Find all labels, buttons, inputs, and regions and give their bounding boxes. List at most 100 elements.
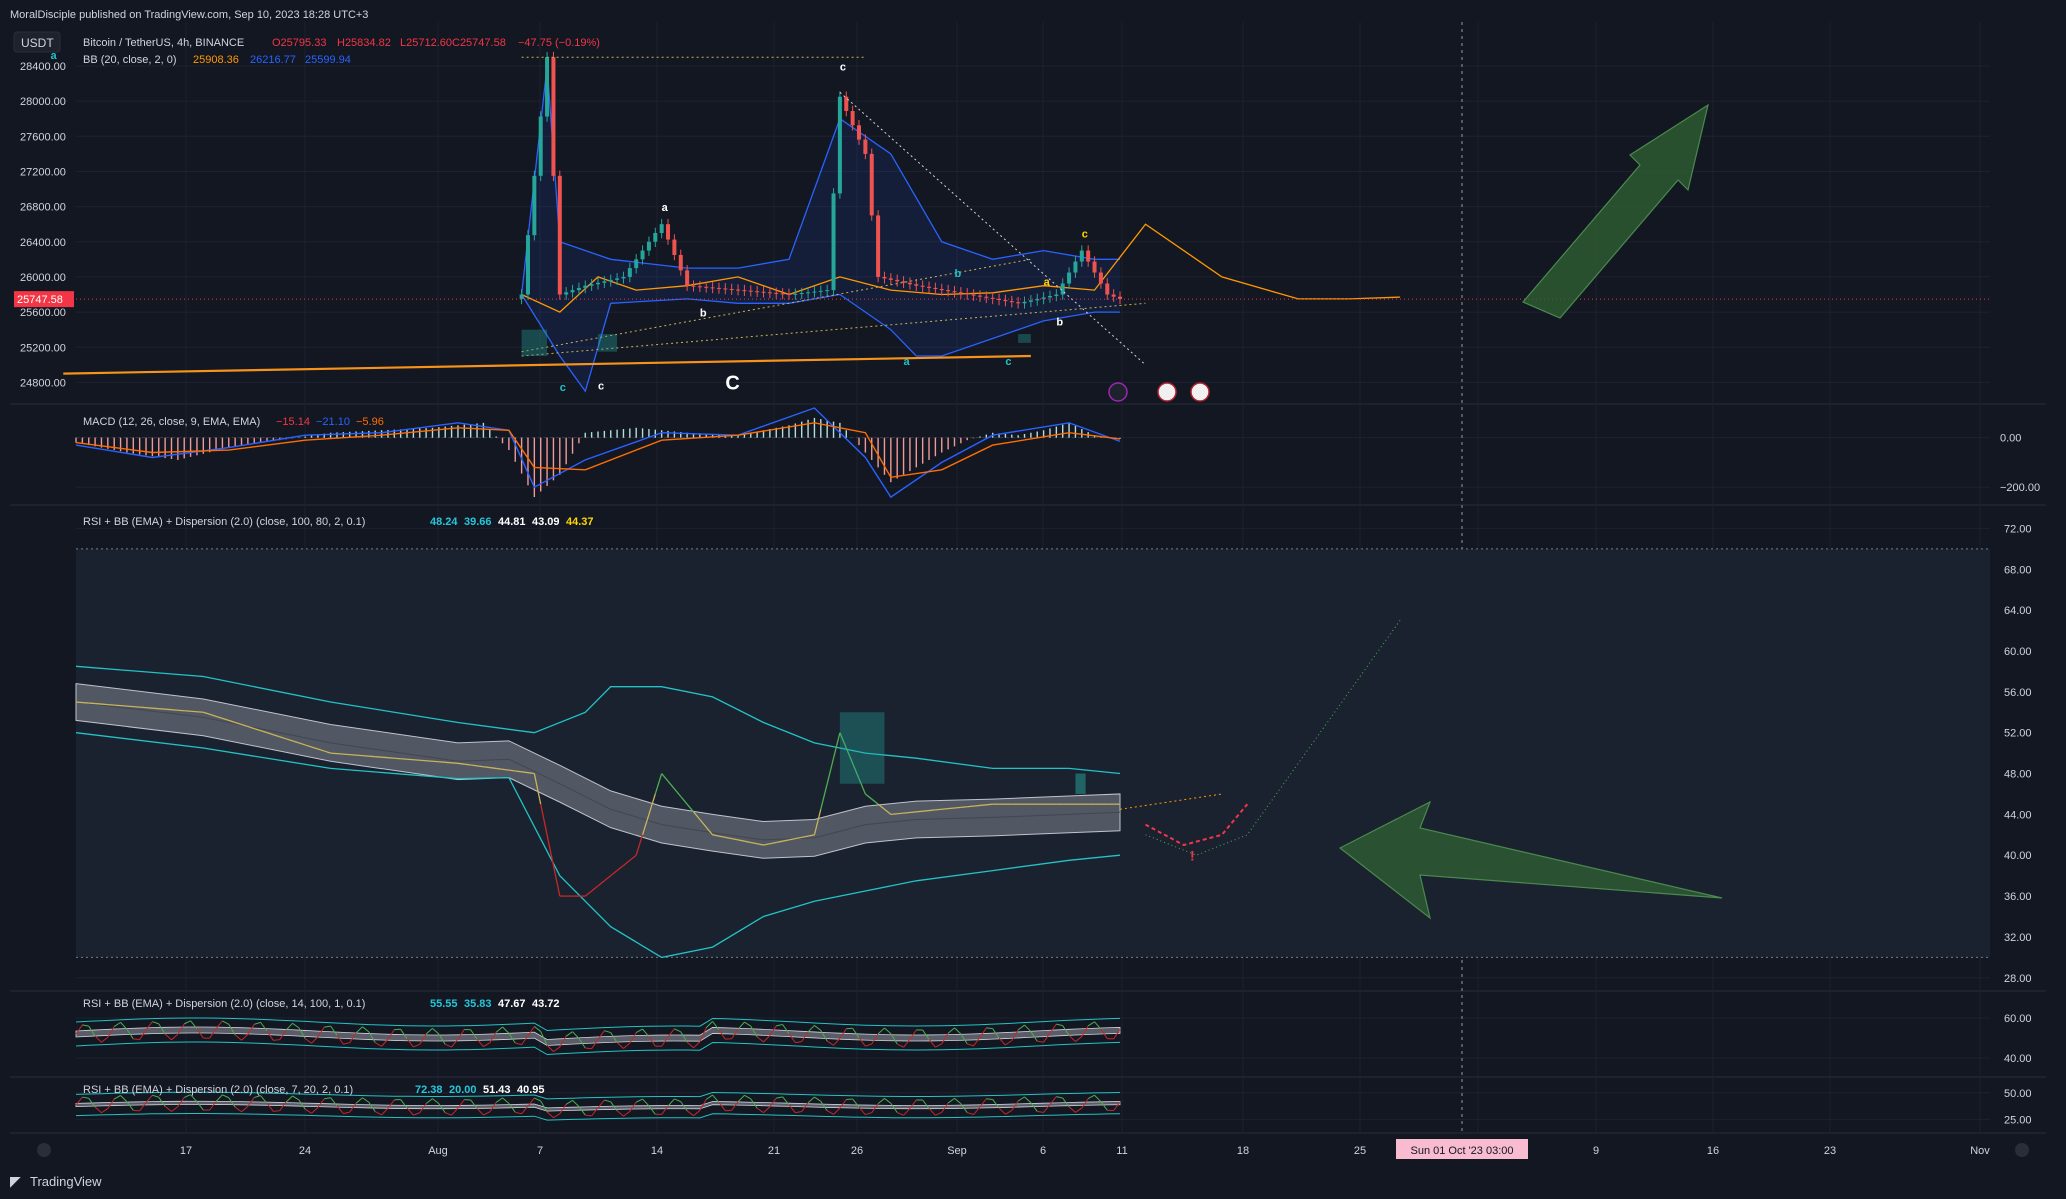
candle-body[interactable] — [525, 235, 530, 295]
candle-body[interactable] — [1047, 295, 1052, 298]
candle-body[interactable] — [678, 254, 683, 271]
candle-body[interactable] — [627, 268, 632, 277]
candle-body[interactable] — [920, 285, 925, 287]
candle-body[interactable] — [850, 111, 855, 126]
candle-body[interactable] — [857, 125, 861, 140]
candle-body[interactable] — [691, 285, 696, 287]
candle-body[interactable] — [946, 290, 951, 292]
candle-body[interactable] — [895, 279, 900, 282]
candle-body[interactable] — [965, 293, 970, 295]
candle-body[interactable] — [1016, 302, 1021, 304]
candle-body[interactable] — [1092, 261, 1097, 273]
candle-body[interactable] — [608, 279, 613, 282]
candle-body[interactable] — [589, 284, 594, 286]
candle-body[interactable] — [545, 57, 550, 117]
candle-body[interactable] — [1098, 272, 1103, 284]
candle-body[interactable] — [564, 292, 569, 295]
candle-body[interactable] — [736, 289, 741, 291]
candle-body[interactable] — [876, 215, 881, 277]
candle-body[interactable] — [704, 286, 709, 288]
candle-body[interactable] — [863, 139, 868, 154]
candle-body[interactable] — [958, 292, 963, 294]
candle-body[interactable] — [653, 232, 658, 242]
candle-body[interactable] — [882, 276, 887, 279]
rsi-main-panel[interactable]: ! RSI + BB (EMA) + Dispersion (2.0) (clos… — [75, 516, 1990, 959]
candle-body[interactable] — [646, 241, 651, 251]
symbol-line[interactable]: Bitcoin / TetherUS, 4h, BINANCE — [83, 37, 244, 49]
candle-body[interactable] — [583, 285, 588, 288]
candle-body[interactable] — [786, 293, 791, 295]
candle-body[interactable] — [818, 290, 823, 292]
candle-body[interactable] — [1067, 272, 1072, 284]
candle-body[interactable] — [927, 286, 932, 288]
candle-body[interactable] — [1009, 301, 1014, 303]
candle-body[interactable] — [659, 224, 664, 233]
candle-body[interactable] — [716, 287, 721, 289]
candle-body[interactable] — [1054, 294, 1059, 296]
candle-body[interactable] — [538, 116, 543, 176]
candle-body[interactable] — [888, 278, 893, 280]
candle-body[interactable] — [907, 282, 912, 285]
time-tick-label: 11 — [1116, 1145, 1127, 1157]
candle-body[interactable] — [767, 292, 772, 294]
candle-body[interactable] — [984, 296, 989, 298]
candle-body[interactable] — [1035, 298, 1040, 301]
candle-body[interactable] — [952, 291, 957, 293]
candle-body[interactable] — [685, 270, 690, 286]
bb-label[interactable]: BB (20, close, 2, 0) — [83, 54, 177, 66]
candle-body[interactable] — [774, 292, 779, 294]
candle-body[interactable] — [596, 282, 600, 285]
candle-body[interactable] — [710, 287, 715, 289]
candle-body[interactable] — [939, 289, 944, 291]
candle-body[interactable] — [729, 289, 734, 291]
candle-body[interactable] — [634, 259, 639, 269]
candle-body[interactable] — [697, 286, 702, 288]
zoom-reset-icon[interactable] — [37, 1143, 51, 1157]
lightning-event-icon[interactable] — [1108, 382, 1128, 402]
candle-body[interactable] — [1003, 300, 1008, 302]
candle-body[interactable] — [748, 290, 753, 292]
candle-body[interactable] — [1086, 250, 1091, 262]
candle-body[interactable] — [1118, 296, 1122, 299]
candle-body[interactable] — [806, 292, 811, 294]
candle-body[interactable] — [1028, 300, 1033, 302]
candle-body[interactable] — [615, 278, 620, 280]
candle-body[interactable] — [1079, 250, 1084, 262]
auto-scale-icon[interactable] — [2015, 1143, 2029, 1157]
candle-body[interactable] — [793, 293, 798, 295]
candle-body[interactable] — [1073, 261, 1078, 273]
candle-body[interactable] — [602, 281, 607, 283]
candle-body[interactable] — [672, 239, 677, 255]
candle-body[interactable] — [831, 193, 836, 291]
candle-body[interactable] — [1111, 294, 1116, 297]
candle-body[interactable] — [742, 290, 747, 292]
candle-body[interactable] — [1105, 283, 1110, 295]
candle-body[interactable] — [640, 250, 645, 260]
candle-body[interactable] — [551, 57, 556, 176]
candle-body[interactable] — [755, 291, 760, 293]
candle-body[interactable] — [837, 96, 842, 194]
candle-body[interactable] — [723, 288, 728, 290]
trading-chart[interactable]: aabc ccCabcabc MACD (12, 26, close, 9, EM… — [0, 0, 2066, 1199]
candle-body[interactable] — [570, 290, 575, 293]
candle-body[interactable] — [761, 291, 766, 293]
candle-body[interactable] — [933, 287, 938, 290]
candle-body[interactable] — [519, 294, 524, 299]
us-flag-event-icon[interactable] — [1190, 382, 1210, 402]
candle-body[interactable] — [977, 295, 982, 297]
candle-body[interactable] — [532, 175, 537, 236]
candle-body[interactable] — [914, 284, 919, 286]
candle-body[interactable] — [557, 175, 562, 295]
candle-body[interactable] — [869, 153, 874, 216]
candle-body[interactable] — [825, 290, 830, 292]
candle-body[interactable] — [971, 294, 976, 296]
candle-body[interactable] — [812, 291, 817, 293]
candle-body[interactable] — [799, 293, 804, 295]
candle-body[interactable] — [780, 293, 785, 295]
candle-body[interactable] — [1041, 297, 1046, 299]
candle-body[interactable] — [576, 287, 581, 291]
candle-body[interactable] — [621, 276, 626, 279]
us-flag-event-icon[interactable] — [1157, 382, 1177, 402]
candle-body[interactable] — [666, 224, 671, 240]
candle-body[interactable] — [1022, 301, 1027, 304]
